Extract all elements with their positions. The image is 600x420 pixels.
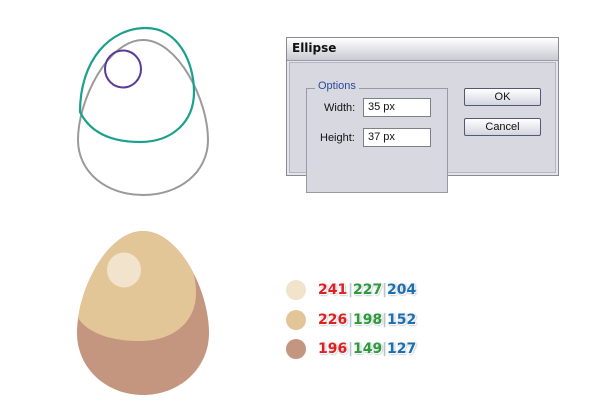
ok-button[interactable]: OK xyxy=(464,88,541,106)
ellipse-dialog: Ellipse Options Width: 35 px Height: 37 … xyxy=(286,37,559,193)
height-label: Height: xyxy=(320,132,355,144)
dialog-titlebar[interactable]: Ellipse xyxy=(287,38,558,61)
highlight-outline xyxy=(104,49,142,89)
swatch-1-red: 241 xyxy=(318,282,348,298)
swatch-base xyxy=(286,339,306,359)
swatch-3-green: 149 xyxy=(353,341,383,357)
swatch-cap xyxy=(286,310,306,330)
swatch-2-red: 226 xyxy=(318,312,348,328)
egg-outline-diagram xyxy=(76,26,210,197)
dialog-title: Ellipse xyxy=(292,41,337,55)
swatch-3-red: 196 xyxy=(318,341,348,357)
swatch-1-blue: 204 xyxy=(387,282,417,298)
egg-highlight xyxy=(107,252,141,288)
swatch-highlight xyxy=(286,280,306,300)
swatch-1-green: 227 xyxy=(353,282,383,298)
swatch-3-blue: 127 xyxy=(387,341,417,357)
height-field[interactable]: 37 px xyxy=(363,128,431,147)
options-legend: Options xyxy=(315,80,359,92)
width-label: Width: xyxy=(324,102,356,114)
cancel-button[interactable]: Cancel xyxy=(464,118,541,136)
width-field[interactable]: 35 px xyxy=(363,98,431,117)
egg-cap xyxy=(78,231,196,341)
colored-egg xyxy=(77,231,209,395)
swatch-2-blue: 152 xyxy=(387,312,417,328)
cap-outline xyxy=(78,26,196,144)
swatch-2-green: 198 xyxy=(353,312,383,328)
swatch-legend: 241 | 227 | 204 226 | 198 | 152 196 | 14… xyxy=(286,280,466,370)
